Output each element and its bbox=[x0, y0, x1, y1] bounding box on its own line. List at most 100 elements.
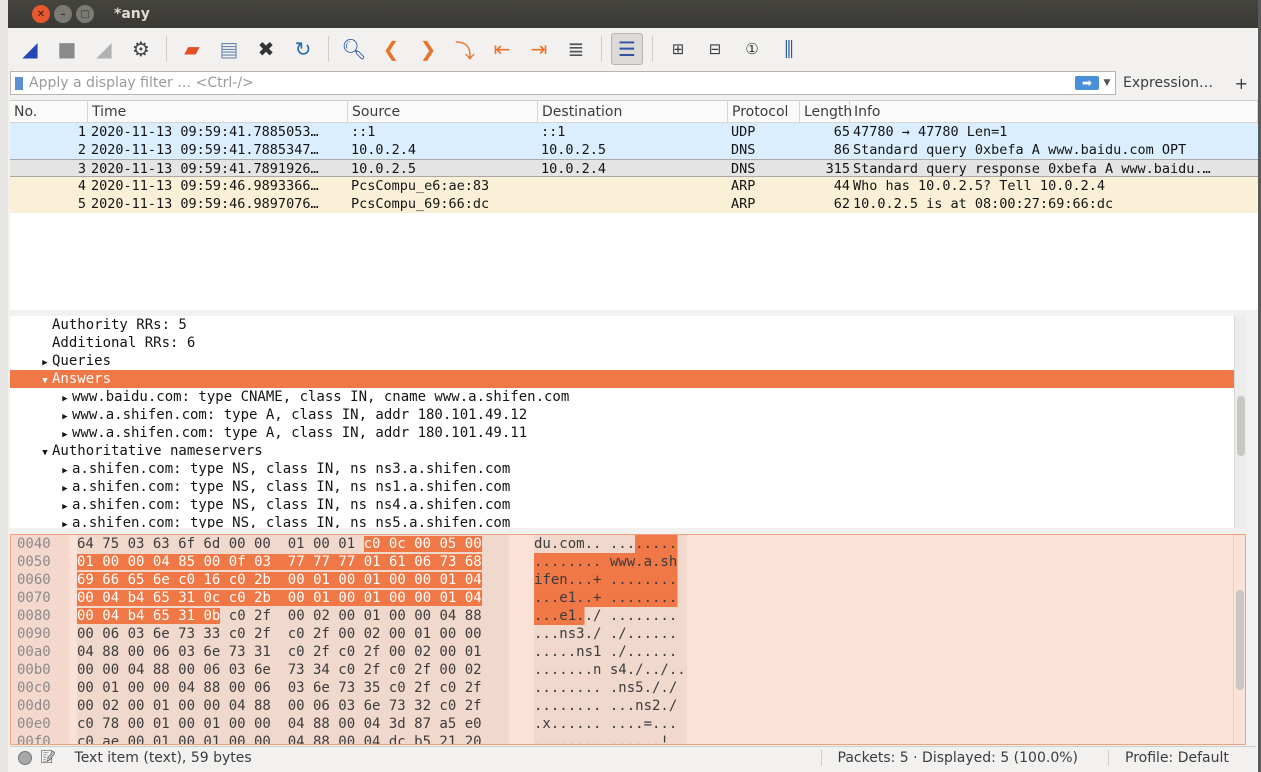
detail-tree-item[interactable]: ▼ Authoritative nameservers bbox=[10, 442, 1246, 460]
byte-offset: 0050 bbox=[11, 553, 69, 571]
add-filter-button[interactable]: + bbox=[1235, 74, 1248, 93]
find-icon[interactable]: 🔍︎ bbox=[338, 33, 370, 65]
column-header-info[interactable]: Info bbox=[850, 101, 1258, 122]
detail-tree-item[interactable]: Additional RRs: 6 bbox=[10, 334, 1246, 352]
go-forward-icon[interactable]: ❯ bbox=[412, 33, 444, 65]
hex-bytes[interactable]: 01 00 00 04 85 00 0f 03 77 77 77 01 61 0… bbox=[77, 553, 509, 571]
hex-bytes[interactable]: c0 ae 00 01 00 01 00 00 04 88 00 04 dc b… bbox=[77, 733, 509, 744]
detail-tree-item[interactable]: ▶ a.shifen.com: type NS, class IN, ns ns1… bbox=[10, 478, 1246, 496]
hex-bytes[interactable]: 00 01 00 00 04 88 00 06 03 6e 73 35 c0 2… bbox=[77, 679, 509, 697]
display-filter-input[interactable]: Apply a display filter … <Ctrl-/> ➡ ▼ bbox=[10, 71, 1116, 95]
column-header-source[interactable]: Source bbox=[348, 101, 538, 122]
capture-comment-icon[interactable]: 📝︎ bbox=[40, 750, 57, 765]
ascii-bytes[interactable]: ........ www.a.sh bbox=[534, 553, 687, 571]
bytes-row: 0050 01 00 00 04 85 00 0f 03 77 77 77 01 … bbox=[11, 553, 1245, 571]
hex-bytes[interactable]: 00 02 00 01 00 00 04 88 00 06 03 6e 73 3… bbox=[77, 697, 509, 715]
bytes-row: 00c0 00 01 00 00 04 88 00 06 03 6e 73 35 … bbox=[11, 679, 1245, 697]
bytes-row: 00e0 c0 78 00 01 00 01 00 00 04 88 00 04 … bbox=[11, 715, 1245, 733]
options-gear-icon[interactable]: ⚙ bbox=[125, 33, 157, 65]
open-folder-icon[interactable]: ▰ bbox=[176, 33, 208, 65]
packet-row[interactable]: 2 2020-11-13 09:59:41.7885347… 10.0.2.4 10.… bbox=[10, 141, 1258, 159]
ascii-bytes[interactable]: .x...... ....=... bbox=[534, 715, 687, 733]
packet-cell-info: 10.0.2.5 is at 08:00:27:69:66:dc bbox=[853, 196, 1114, 212]
restart-icon[interactable]: ◢ bbox=[88, 33, 120, 65]
expanded-arrow-icon[interactable]: ▼ bbox=[38, 444, 52, 462]
expanded-arrow-icon[interactable]: ▼ bbox=[38, 372, 52, 390]
column-header-length[interactable]: Length bbox=[800, 101, 852, 122]
colorize-icon[interactable]: ☰ bbox=[611, 33, 643, 65]
column-header-destination[interactable]: Destination bbox=[538, 101, 728, 122]
ascii-bytes[interactable]: ...e1../ ........ bbox=[534, 607, 687, 625]
apply-filter-arrow-icon[interactable]: ➡ bbox=[1075, 76, 1099, 90]
reload-file-icon[interactable]: ↻ bbox=[287, 33, 319, 65]
byte-offset: 0090 bbox=[11, 625, 69, 643]
hex-bytes[interactable]: 00 04 b4 65 31 0c c0 2b 00 01 00 01 00 0… bbox=[77, 589, 509, 607]
last-packet-icon[interactable]: ⇥ bbox=[523, 33, 555, 65]
packet-cell-time: 2020-11-13 09:59:41.7891926… bbox=[91, 161, 319, 176]
packet-row[interactable]: 5 2020-11-13 09:59:46.9897076… PcsCompu_69… bbox=[10, 195, 1258, 213]
column-header-time[interactable]: Time bbox=[88, 101, 348, 122]
hex-bytes[interactable]: c0 78 00 01 00 01 00 00 04 88 00 04 3d 8… bbox=[77, 715, 509, 733]
expression-button[interactable]: Expression… bbox=[1123, 75, 1213, 91]
normal-size-icon[interactable]: ① bbox=[736, 33, 768, 65]
zoom-out-icon[interactable]: ⊟ bbox=[699, 33, 731, 65]
close-window-button[interactable]: ✕ bbox=[32, 5, 50, 23]
detail-tree-item[interactable]: ▶ www.baidu.com: type CNAME, class IN, cn… bbox=[10, 388, 1246, 406]
ascii-bytes[interactable]: ...e1..+ ........ bbox=[534, 589, 687, 607]
ascii-bytes[interactable]: ........ ...ns2./ bbox=[534, 697, 687, 715]
detail-tree-item[interactable]: ▶ Queries bbox=[10, 352, 1246, 370]
go-back-icon[interactable]: ❮ bbox=[375, 33, 407, 65]
close-file-icon[interactable]: ✖ bbox=[250, 33, 282, 65]
detail-tree-item[interactable]: ▼ Answers bbox=[10, 370, 1246, 388]
resize-columns-icon[interactable]: ⫼ bbox=[773, 33, 805, 65]
ascii-bytes[interactable]: ........ ......! bbox=[534, 733, 687, 744]
status-profile[interactable]: Profile: Default bbox=[1108, 749, 1240, 766]
maximize-window-button[interactable]: □ bbox=[76, 5, 94, 23]
packet-cell-len: 65 bbox=[833, 124, 850, 140]
minimize-window-button[interactable]: – bbox=[54, 5, 72, 23]
bytes-scrollbar-thumb[interactable] bbox=[1236, 590, 1244, 690]
hex-bytes[interactable]: 69 66 65 6e c0 16 c0 2b 00 01 00 01 00 0… bbox=[77, 571, 509, 589]
column-header-protocol[interactable]: Protocol bbox=[728, 101, 800, 122]
collapsed-arrow-icon[interactable]: ▶ bbox=[58, 516, 72, 528]
expert-info-icon[interactable] bbox=[18, 750, 32, 765]
ascii-bytes[interactable]: ifen...+ ........ bbox=[534, 571, 687, 589]
packet-row[interactable]: 3 2020-11-13 09:59:41.7891926… 10.0.2.5 10.… bbox=[10, 159, 1258, 177]
detail-tree-item[interactable]: ▶ a.shifen.com: type NS, class IN, ns ns3… bbox=[10, 460, 1246, 478]
ascii-bytes[interactable]: du.com.. ........ bbox=[534, 535, 687, 553]
chevron-down-icon[interactable]: ▼ bbox=[1099, 78, 1115, 88]
column-header-no[interactable]: No. bbox=[10, 101, 88, 122]
ascii-bytes[interactable]: .....ns1 ./...... bbox=[534, 643, 687, 661]
packet-row[interactable]: 4 2020-11-13 09:59:46.9893366… PcsCompu_e6… bbox=[10, 177, 1258, 195]
stop-icon[interactable]: ■ bbox=[51, 33, 83, 65]
hex-bytes[interactable]: 00 00 04 88 00 06 03 6e 73 34 c0 2f c0 2… bbox=[77, 661, 509, 679]
detail-item-text: a.shifen.com: type NS, class IN, ns ns1.… bbox=[72, 479, 511, 495]
hex-bytes[interactable]: 04 88 00 06 03 6e 73 31 c0 2f c0 2f 00 0… bbox=[77, 643, 509, 661]
hex-bytes[interactable]: 64 75 03 63 6f 6d 00 00 01 00 01 c0 0c 0… bbox=[77, 535, 509, 553]
hex-bytes[interactable]: 00 04 b4 65 31 0b c0 2f 00 02 00 01 00 0… bbox=[77, 607, 509, 625]
detail-tree-item[interactable]: ▶ a.shifen.com: type NS, class IN, ns ns5… bbox=[10, 514, 1246, 528]
go-to-packet-icon[interactable]: ⤵ bbox=[449, 33, 481, 65]
hex-bytes[interactable]: 00 06 03 6e 73 33 c0 2f c0 2f 00 02 00 0… bbox=[77, 625, 509, 643]
first-packet-icon[interactable]: ⇤ bbox=[486, 33, 518, 65]
detail-tree-item[interactable]: ▶ www.a.shifen.com: type A, class IN, add… bbox=[10, 424, 1246, 442]
packet-cell-proto: DNS bbox=[731, 142, 756, 158]
ascii-bytes[interactable]: .......n s4./../.. bbox=[534, 661, 687, 679]
packet-cell-proto: UDP bbox=[731, 124, 756, 140]
detail-tree-item[interactable]: Authority RRs: 5 bbox=[10, 316, 1246, 334]
save-file-icon[interactable]: ▤ bbox=[213, 33, 245, 65]
ascii-bytes[interactable]: ...ns3./ ./...... bbox=[534, 625, 687, 643]
details-scrollbar[interactable] bbox=[1234, 316, 1246, 528]
ascii-bytes[interactable]: ........ .ns5././ bbox=[534, 679, 687, 697]
bookmark-icon[interactable] bbox=[15, 76, 23, 90]
detail-item-text: www.a.shifen.com: type A, class IN, addr… bbox=[72, 407, 528, 423]
details-scrollbar-thumb[interactable] bbox=[1237, 396, 1245, 456]
autoscroll-icon[interactable]: ≣ bbox=[560, 33, 592, 65]
bytes-scrollbar[interactable] bbox=[1233, 535, 1245, 744]
detail-tree-item[interactable]: ▶ a.shifen.com: type NS, class IN, ns ns4… bbox=[10, 496, 1246, 514]
detail-tree-item[interactable]: ▶ www.a.shifen.com: type A, class IN, add… bbox=[10, 406, 1246, 424]
zoom-in-icon[interactable]: ⊞ bbox=[662, 33, 694, 65]
packet-cell-proto: ARP bbox=[731, 196, 756, 212]
packet-row[interactable]: 1 2020-11-13 09:59:41.7885053…::1::1 UDP 65… bbox=[10, 123, 1258, 141]
shark-fin-start-icon[interactable]: ◢ bbox=[14, 33, 46, 65]
